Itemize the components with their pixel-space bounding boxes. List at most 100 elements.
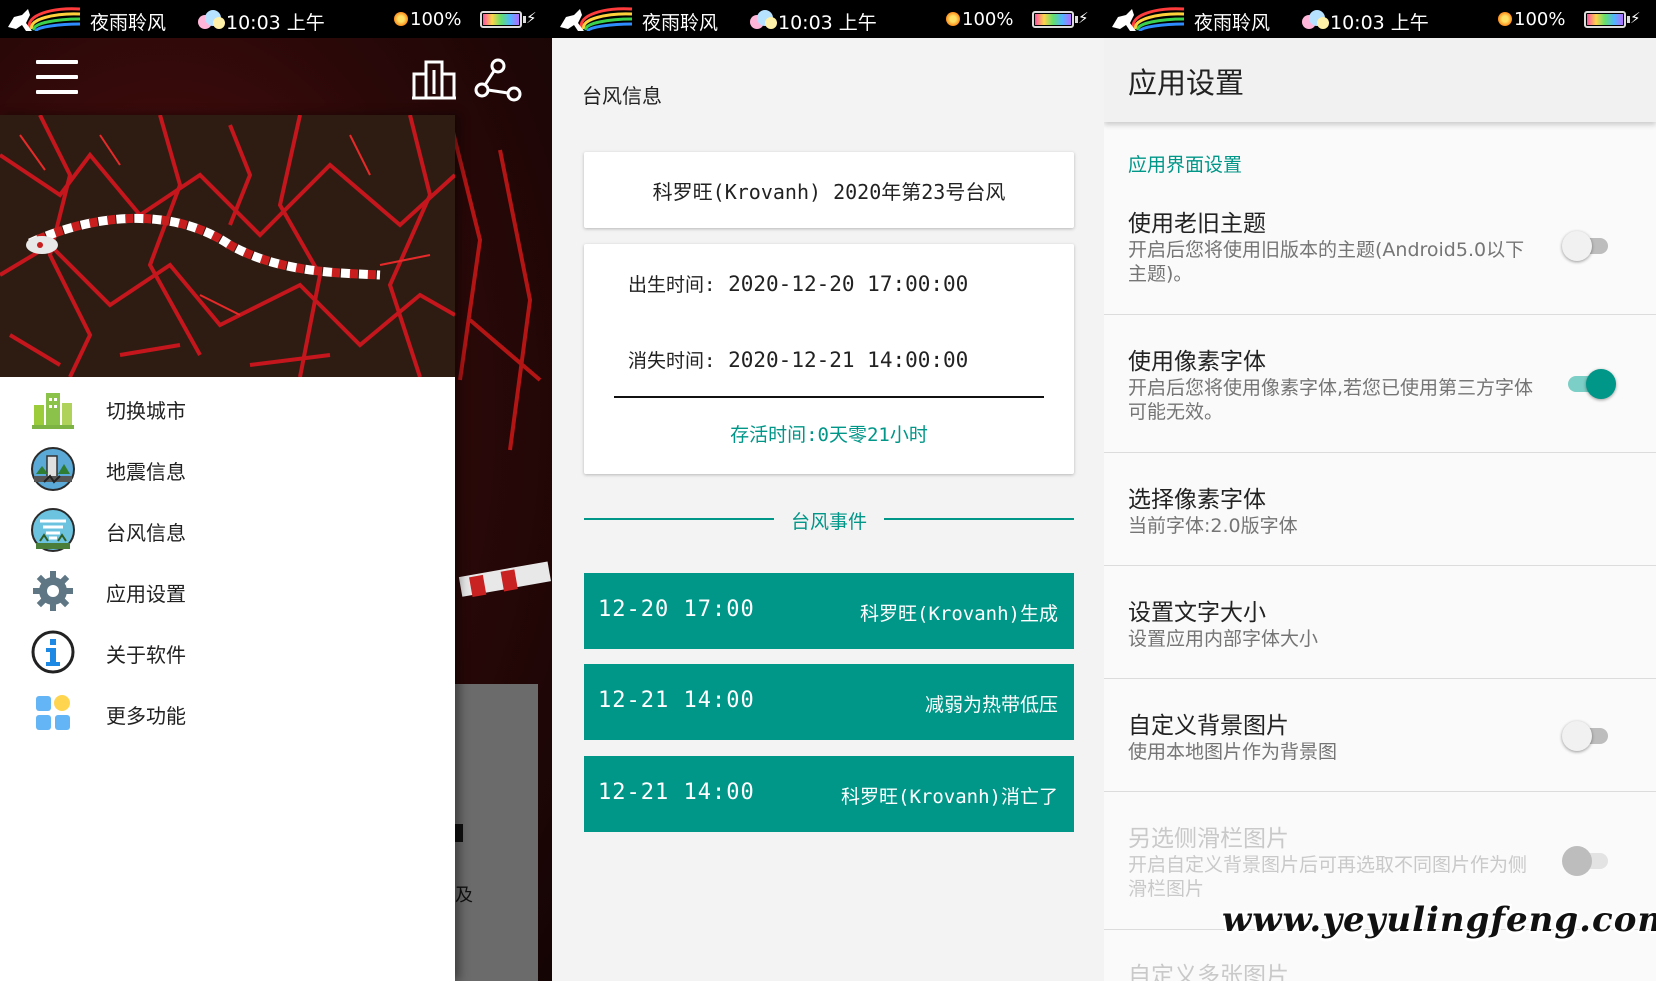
drawer-screen: 夜雨聆风 10:03 上午 100% ⚡ 及 切换城市 地震信息 台风信息 应用… xyxy=(0,0,552,981)
section-header: 应用界面设置 xyxy=(1128,154,1243,176)
divider xyxy=(1104,791,1656,792)
app-name: 夜雨聆风 xyxy=(90,12,167,34)
signal-dot-icon xyxy=(394,12,408,26)
page-title: 台风信息 xyxy=(582,84,662,108)
drawer-item-settings[interactable]: 应用设置 xyxy=(0,560,455,621)
custom-background-toggle[interactable] xyxy=(1562,718,1614,752)
drawer-item-earthquake[interactable]: 地震信息 xyxy=(0,438,455,499)
birth-time-value: 2020-12-20 17:00:00 xyxy=(728,272,969,296)
horse-logo-icon xyxy=(560,7,633,32)
signal-dot-icon xyxy=(1498,12,1512,26)
end-time-value: 2020-12-21 14:00:00 xyxy=(728,348,969,372)
navigation-drawer: 切换城市 地震信息 台风信息 应用设置 关于软件 更多功能 xyxy=(0,115,455,981)
coral-fish-picture xyxy=(0,115,455,377)
event-item[interactable]: 12-21 14:00 科罗旺(Krovanh)消亡了 xyxy=(584,756,1074,832)
watermark: www.yeyulingfeng.com xyxy=(1222,900,1656,940)
drawer-item-label: 关于软件 xyxy=(106,643,186,667)
setting-title: 使用老旧主题 xyxy=(1128,211,1266,237)
setting-choose-pixel-font[interactable]: 选择像素字体 当前字体:2.0版字体 xyxy=(1104,474,1656,566)
app-name: 夜雨聆风 xyxy=(642,12,719,34)
app-name: 夜雨聆风 xyxy=(1194,12,1271,34)
drawer-item-more[interactable]: 更多功能 xyxy=(0,682,455,743)
setting-title: 设置文字大小 xyxy=(1128,600,1266,626)
battery-icon xyxy=(1032,11,1078,28)
drawer-item-about[interactable]: 关于软件 xyxy=(0,621,455,682)
drawer-item-typhoon[interactable]: 台风信息 xyxy=(0,499,455,560)
drawer-header-image xyxy=(0,115,455,377)
events-section-header: 台风事件 xyxy=(584,507,1074,537)
charging-icon: ⚡ xyxy=(1630,9,1641,27)
event-item[interactable]: 12-21 14:00 减弱为热带低压 xyxy=(584,664,1074,740)
alive-duration: 存活时间:0天零21小时 xyxy=(730,424,928,446)
typhoon-info-screen: 夜雨聆风 10:03 上午 100% ⚡ 台风信息 科罗旺(Krovanh) 2… xyxy=(552,0,1104,981)
divider xyxy=(884,518,1074,520)
event-date: 12-21 14:00 xyxy=(598,780,755,805)
building-icon[interactable] xyxy=(410,58,458,102)
setting-subtitle: 当前字体:2.0版字体 xyxy=(1128,515,1298,537)
setting-title: 另选侧滑栏图片 xyxy=(1128,826,1289,852)
weather-cloud-icon xyxy=(198,10,225,29)
setting-pixel-font[interactable]: 使用像素字体 开启后您将使用像素字体,若您已使用第三方字体可能无效。 xyxy=(1104,336,1656,452)
behind-dialog: 及 xyxy=(455,684,538,981)
earthquake-icon xyxy=(31,447,75,491)
typhoon-name: 科罗旺(Krovanh) 2020年第23号台风 xyxy=(652,179,1006,204)
battery-icon xyxy=(480,11,526,28)
battery-percent: 100% xyxy=(1514,9,1566,30)
city-icon xyxy=(32,393,74,429)
setting-old-theme[interactable]: 使用老旧主题 开启后您将使用旧版本的主题(Android5.0以下主题)。 xyxy=(1104,198,1656,314)
divider xyxy=(1104,452,1656,453)
events-title: 台风事件 xyxy=(790,511,867,533)
setting-subtitle: 开启后您将使用像素字体,若您已使用第三方字体可能无效。 xyxy=(1128,377,1534,423)
battery-percent: 100% xyxy=(410,9,462,30)
status-bar: 夜雨聆风 10:03 上午 100% ⚡ xyxy=(0,0,552,38)
old-theme-toggle[interactable] xyxy=(1562,228,1614,262)
end-time-row: 消失时间: 2020-12-21 14:00:00 xyxy=(628,346,968,373)
typhoon-icon xyxy=(31,508,75,552)
drawer-item-switch-city[interactable]: 切换城市 xyxy=(0,377,455,438)
setting-title: 使用像素字体 xyxy=(1128,349,1266,375)
weather-cloud-icon xyxy=(1302,10,1329,29)
birth-time-row: 出生时间: 2020-12-20 17:00:00 xyxy=(628,270,968,297)
charging-icon: ⚡ xyxy=(1078,9,1089,27)
event-desc: 科罗旺(Krovanh)生成 xyxy=(860,603,1058,625)
horse-logo-icon xyxy=(8,7,81,32)
setting-text-size[interactable]: 设置文字大小 设置应用内部字体大小 xyxy=(1104,587,1656,679)
typhoon-time-card: 出生时间: 2020-12-20 17:00:00 消失时间: 2020-12-… xyxy=(584,244,1074,474)
horse-logo-icon xyxy=(1112,7,1185,32)
drawer-image-toggle xyxy=(1562,843,1614,877)
status-bar: 夜雨聆风 10:03 上午 100% ⚡ xyxy=(1104,0,1656,38)
event-date: 12-20 17:00 xyxy=(598,597,755,622)
battery-icon xyxy=(1584,11,1630,28)
battery-percent: 100% xyxy=(962,9,1014,30)
clock: 10:03 上午 xyxy=(1330,12,1429,34)
drawer-item-label: 切换城市 xyxy=(106,399,186,423)
menu-icon[interactable] xyxy=(36,60,78,94)
event-date: 12-21 14:00 xyxy=(598,688,755,713)
settings-screen: 夜雨聆风 10:03 上午 100% ⚡ 应用设置 应用界面设置 使用老旧主题 … xyxy=(1104,0,1656,981)
divider xyxy=(614,396,1044,398)
setting-multiple-images: 自定义多张图片 xyxy=(1104,950,1656,981)
divider xyxy=(1104,678,1656,679)
pixel-font-toggle[interactable] xyxy=(1562,366,1616,400)
event-desc: 科罗旺(Krovanh)消亡了 xyxy=(841,786,1058,808)
info-icon xyxy=(31,630,75,674)
gear-icon xyxy=(33,571,73,611)
divider xyxy=(1104,314,1656,315)
setting-custom-background[interactable]: 自定义背景图片 使用本地图片作为背景图 xyxy=(1104,700,1656,792)
share-nodes-icon[interactable] xyxy=(474,58,522,102)
setting-subtitle: 开启后您将使用旧版本的主题(Android5.0以下主题)。 xyxy=(1128,239,1525,285)
clock: 10:03 上午 xyxy=(778,12,877,34)
setting-subtitle: 开启自定义背景图片后可再选取不同图片作为侧滑栏图片 xyxy=(1128,854,1528,900)
weather-cloud-icon xyxy=(750,10,777,29)
background-coral xyxy=(448,120,551,598)
app-bar: 应用设置 xyxy=(1104,38,1656,122)
behind-dialog-text: 及 xyxy=(455,885,473,906)
drawer-item-label: 更多功能 xyxy=(106,704,186,728)
divider xyxy=(1104,565,1656,566)
page-title: 应用设置 xyxy=(1128,66,1245,100)
drawer-item-label: 台风信息 xyxy=(106,521,186,545)
event-item[interactable]: 12-20 17:00 科罗旺(Krovanh)生成 xyxy=(584,573,1074,649)
status-bar: 夜雨聆风 10:03 上午 100% ⚡ xyxy=(552,0,1104,38)
drawer-item-label: 地震信息 xyxy=(106,460,186,484)
apps-grid-icon xyxy=(36,695,70,730)
